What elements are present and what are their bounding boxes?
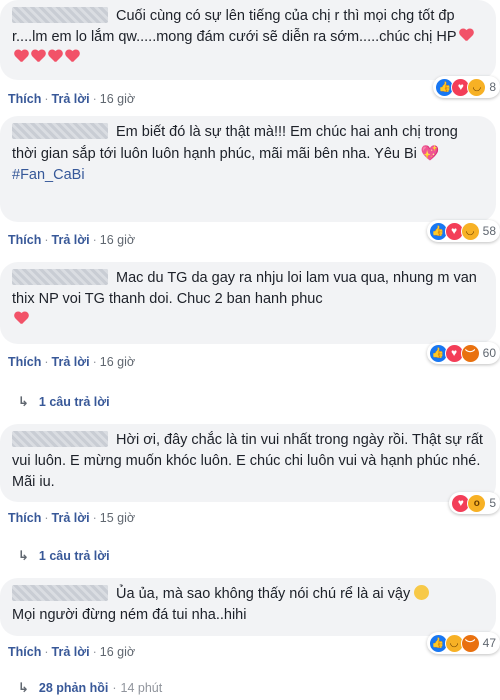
like-link[interactable]: Thích xyxy=(8,645,41,659)
sparkling-heart-icon: 💖 xyxy=(420,145,440,162)
author-name[interactable] xyxy=(12,123,108,139)
comment-bubble: Ủa ủa, mà sao không thấy nói chú rể là a… xyxy=(0,578,496,636)
heart-emoji-icon xyxy=(14,312,29,325)
replies-count: 1 câu trả lời xyxy=(38,549,110,563)
reaction-count: 60 xyxy=(482,346,496,360)
like-link[interactable]: Thích xyxy=(8,92,41,106)
comment-bubble: Em biết đó là sự thật mà!!! Em chúc hai … xyxy=(0,116,496,222)
reaction-summary[interactable]: 👍 ♥ ◡ 8 xyxy=(433,76,500,98)
reaction-count: 58 xyxy=(482,224,496,238)
reply-arrow-icon: ↳ xyxy=(18,548,29,563)
angry-reaction-icon: ︶ xyxy=(460,343,480,363)
wow-reaction-icon: o xyxy=(467,493,487,513)
comment-actions: Thích · Trả lời · 15 giờ xyxy=(8,511,136,525)
comment-actions: Thích · Trả lời · 16 giờ xyxy=(8,92,136,106)
comment-text-line-2: Mọi người đừng ném đá tui nha..hihi xyxy=(12,607,247,623)
reply-link[interactable]: Trả lời xyxy=(52,645,90,659)
replies-count: 1 câu trả lời xyxy=(38,395,110,409)
comment-bubble: Cuối cùng có sự lên tiếng của chị r thì … xyxy=(0,0,496,80)
timestamp[interactable]: 16 giờ xyxy=(100,355,135,369)
like-link[interactable]: Thích xyxy=(8,355,41,369)
heart-emoji-icon xyxy=(48,50,63,63)
angry-reaction-icon: ︶ xyxy=(460,633,480,653)
timestamp[interactable]: 16 giờ xyxy=(100,645,135,659)
heart-emoji-icon xyxy=(459,29,474,42)
reply-link[interactable]: Trả lời xyxy=(52,92,90,106)
haha-reaction-icon: ◡ xyxy=(467,77,487,97)
view-replies-link[interactable]: ↳ 1 câu trả lời xyxy=(18,394,110,410)
timestamp[interactable]: 15 giờ xyxy=(100,511,135,525)
reaction-summary[interactable]: 👍 ◡ ︶ 47 xyxy=(426,632,500,654)
reaction-count: 5 xyxy=(489,496,496,510)
timestamp[interactable]: 16 giờ xyxy=(100,233,135,247)
timestamp[interactable]: 14 phút xyxy=(121,681,163,695)
comment-text: Ủa ủa, mà sao không thấy nói chú rể là a… xyxy=(116,586,411,602)
hashtag-link[interactable]: #Fan_CaBi xyxy=(12,167,85,183)
timestamp[interactable]: 16 giờ xyxy=(100,92,135,106)
view-replies-link[interactable]: ↳ 1 câu trả lời xyxy=(18,548,110,564)
author-name[interactable] xyxy=(12,431,108,447)
comment-actions: Thích · Trả lời · 16 giờ xyxy=(8,355,136,369)
reply-link[interactable]: Trả lời xyxy=(52,355,90,369)
comment-3: Mac du TG da gay ra nhju loi lam vua qua… xyxy=(0,262,500,422)
view-replies-link[interactable]: 28 phản hồi xyxy=(39,681,108,695)
smile-emoji-icon xyxy=(414,585,430,600)
comment-2: Em biết đó là sự thật mà!!! Em chúc hai … xyxy=(0,116,500,256)
reply-arrow-icon: ↳ xyxy=(18,394,29,409)
reply-link[interactable]: Trả lời xyxy=(52,233,90,247)
like-link[interactable]: Thích xyxy=(8,233,41,247)
haha-reaction-icon: ◡ xyxy=(460,221,480,241)
comment-bubble: Mac du TG da gay ra nhju loi lam vua qua… xyxy=(0,262,496,344)
reply-arrow-icon: ↳ xyxy=(18,680,29,695)
comment-bubble: Hời ơi, đây chắc là tin vui nhất trong n… xyxy=(0,424,496,502)
heart-emoji-icon xyxy=(31,50,46,63)
author-name[interactable] xyxy=(12,585,108,601)
like-link[interactable]: Thích xyxy=(8,511,41,525)
reaction-count: 8 xyxy=(489,80,496,94)
reaction-summary[interactable]: ♥ o 5 xyxy=(449,492,500,514)
reaction-count: 47 xyxy=(482,636,496,650)
comment-5: Ủa ủa, mà sao không thấy nói chú rể là a… xyxy=(0,578,500,668)
reaction-summary[interactable]: 👍 ♥ ︶ 60 xyxy=(426,342,500,364)
more-replies-row: ↳ 28 phản hồi · 14 phút xyxy=(18,680,163,695)
author-name[interactable] xyxy=(12,269,108,285)
comment-4: Hời ơi, đây chắc là tin vui nhất trong n… xyxy=(0,424,500,579)
author-name[interactable] xyxy=(12,7,108,23)
comment-actions: Thích · Trả lời · 16 giờ xyxy=(8,645,136,659)
heart-emoji-icon xyxy=(65,50,80,63)
heart-emoji-icon xyxy=(14,50,29,63)
reply-link[interactable]: Trả lời xyxy=(52,511,90,525)
comment-actions: Thích · Trả lời · 16 giờ xyxy=(8,233,136,247)
reaction-summary[interactable]: 👍 ♥ ◡ 58 xyxy=(426,220,500,242)
comment-1: Cuối cùng có sự lên tiếng của chị r thì … xyxy=(0,0,500,115)
